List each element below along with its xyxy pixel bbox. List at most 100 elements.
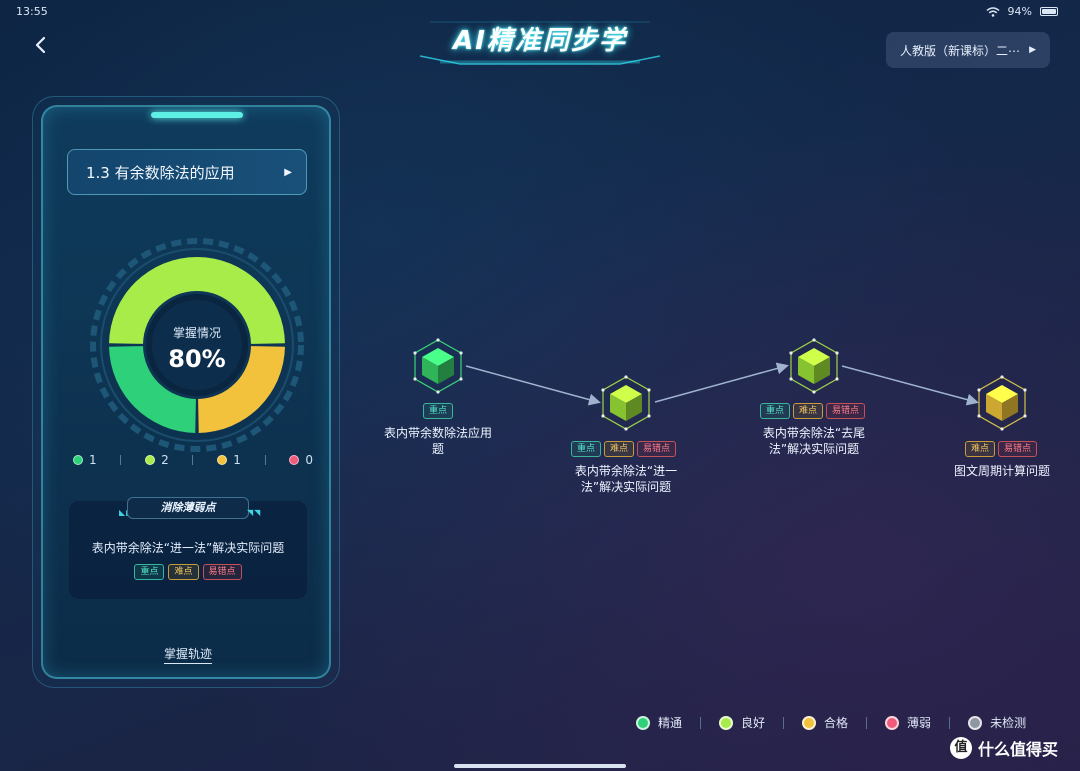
divider <box>783 716 785 729</box>
node-1-tags: 重点 <box>423 403 454 419</box>
watermark-logo-icon: 值 <box>950 737 972 759</box>
node-3-label[interactable]: 表内带余除法“去尾 法”解决实际问题 <box>754 425 874 457</box>
node-2-label[interactable]: 表内带余除法“进一 法”解决实际问题 <box>566 463 686 495</box>
node-2-label-line1: 表内带余除法“进一 <box>574 464 678 478</box>
home-indicator[interactable] <box>454 764 626 768</box>
level-dot-icon <box>217 455 228 465</box>
level-dot-icon <box>289 455 300 465</box>
cube-vertex-dot <box>1000 375 1004 379</box>
count-item-jingtong: 1 <box>73 453 97 467</box>
count-item-hege: 1 <box>217 453 241 467</box>
tag-key: 重点 <box>423 403 454 419</box>
node-3-label-line2: 法”解决实际问题 <box>768 442 860 456</box>
legend-dot-icon <box>885 715 900 730</box>
legend-dot-icon <box>636 715 650 730</box>
lesson-selector[interactable]: 1.3 有余数除法的应用 ▶ <box>67 149 307 195</box>
weak-point-text: 表内带余除法“进一法”解决实际问题 <box>91 541 285 555</box>
cube-vertex-dot <box>789 351 793 355</box>
legend-item: 精通 <box>636 714 682 731</box>
knowledge-node-1-cube-icon[interactable] <box>410 338 466 394</box>
node-3-tags: 重点 难点 易错点 <box>760 403 866 419</box>
legend-item: 未检测 <box>968 714 1026 731</box>
lesson-title: 1.3 有余数除法的应用 <box>86 163 235 182</box>
wifi-icon <box>986 6 1000 17</box>
legend-dot-icon <box>719 715 734 730</box>
node-1-label[interactable]: 表内带余数除法应用 题 <box>378 425 498 457</box>
cube-vertex-dot <box>835 377 839 381</box>
mastery-donut-chart: 掌握情况 80% <box>90 238 304 452</box>
legend-label: 合格 <box>824 716 849 730</box>
cube-vertex-dot <box>789 377 793 381</box>
tag-error-prone: 易错点 <box>202 564 242 580</box>
page-title: AI精准同步学 <box>453 26 627 56</box>
edition-selector[interactable]: 人教版（新课标）二⋯ ▶ <box>886 32 1050 68</box>
cube-vertex-dot <box>1000 427 1004 431</box>
knowledge-node-4-cube-icon[interactable] <box>974 375 1030 431</box>
divider <box>192 455 194 465</box>
watermark: 值 什么值得买 <box>950 736 1058 760</box>
mastery-track-label: 掌握轨迹 <box>163 647 212 664</box>
node-1-label-line1: 表内带余数除法应用 <box>383 426 492 440</box>
divider <box>700 716 702 729</box>
legend-label: 薄弱 <box>907 716 932 730</box>
cube-vertex-dot <box>1023 388 1027 392</box>
level-dot-icon <box>73 455 83 465</box>
tag-error-prone: 易错点 <box>637 441 677 457</box>
legend-item: 合格 <box>802 714 848 731</box>
tag-key: 重点 <box>571 441 602 457</box>
node-1-label-line2: 题 <box>431 442 444 456</box>
mastery-card: 1.3 有余数除法的应用 ▶ 掌握情况 80% 1 2 1 0 ◣◣ 消除薄弱点… <box>32 96 340 688</box>
caret-right-icon: ▶ <box>1029 45 1036 55</box>
cube-vertex-dot <box>977 388 981 392</box>
cube-vertex-dot <box>459 351 463 355</box>
cube-vertex-dot <box>835 351 839 355</box>
page-header: AI精准同步学 <box>400 6 680 70</box>
cube-vertex-dot <box>647 388 651 392</box>
legend-dot-icon <box>802 715 817 730</box>
card-notch <box>151 112 243 118</box>
back-chevron-left-icon[interactable] <box>30 34 52 56</box>
caret-right-icon: ▶ <box>284 166 292 178</box>
divider <box>949 716 951 729</box>
cube-vertex-dot <box>1023 414 1027 418</box>
mastery-track-link[interactable]: 掌握轨迹 <box>43 645 333 664</box>
status-time: 13:55 <box>16 5 48 18</box>
node-2-tags: 重点 难点 易错点 <box>571 441 677 457</box>
knowledge-node-2-cube-icon[interactable] <box>598 375 654 431</box>
weak-point-heading: 消除薄弱点 <box>127 497 249 519</box>
weak-point-panel[interactable]: ◣◣ 消除薄弱点 ◥◥ 表内带余除法“进一法”解决实际问题 重点 难点 易错点 <box>69 497 307 599</box>
cube-vertex-dot <box>413 351 417 355</box>
cube-vertex-dot <box>413 377 417 381</box>
tag-error-prone: 易错点 <box>998 441 1038 457</box>
node-4-label[interactable]: 图文周期计算问题 <box>942 463 1062 479</box>
knowledge-node-3-cube-icon[interactable] <box>786 338 842 394</box>
count-value: 1 <box>89 453 97 467</box>
count-value: 2 <box>161 453 169 467</box>
legend-label: 未检测 <box>990 716 1027 730</box>
cube-vertex-dot <box>977 414 981 418</box>
battery-icon <box>1040 7 1058 16</box>
tag-hard: 难点 <box>604 441 635 457</box>
count-item-boruo: 0 <box>289 453 313 467</box>
mastery-percent: 80% <box>168 345 225 373</box>
node-4-label-line1: 图文周期计算问题 <box>953 464 1050 478</box>
node-4-tags: 难点 易错点 <box>965 441 1038 457</box>
count-item-lianghao: 2 <box>145 453 169 467</box>
cube-vertex-dot <box>436 338 440 342</box>
cube-vertex-dot <box>812 390 816 394</box>
tag-hard: 难点 <box>965 441 996 457</box>
legend-label: 精通 <box>658 716 683 730</box>
weak-point-tags: 重点 难点 易错点 <box>69 564 307 580</box>
node-2-label-line2: 法”解决实际问题 <box>580 480 672 494</box>
cube-vertex-dot <box>601 414 605 418</box>
legend-item: 良好 <box>719 714 765 731</box>
path-arrow-2 <box>654 362 789 403</box>
divider <box>264 455 266 465</box>
cube-vertex-dot <box>812 338 816 342</box>
legend-dot-icon <box>968 715 983 730</box>
mastery-counts: 1 2 1 0 <box>73 453 313 467</box>
divider <box>120 455 122 465</box>
legend-item: 薄弱 <box>885 714 931 731</box>
cube-vertex-dot <box>436 390 440 394</box>
cube-vertex-dot <box>624 375 628 379</box>
